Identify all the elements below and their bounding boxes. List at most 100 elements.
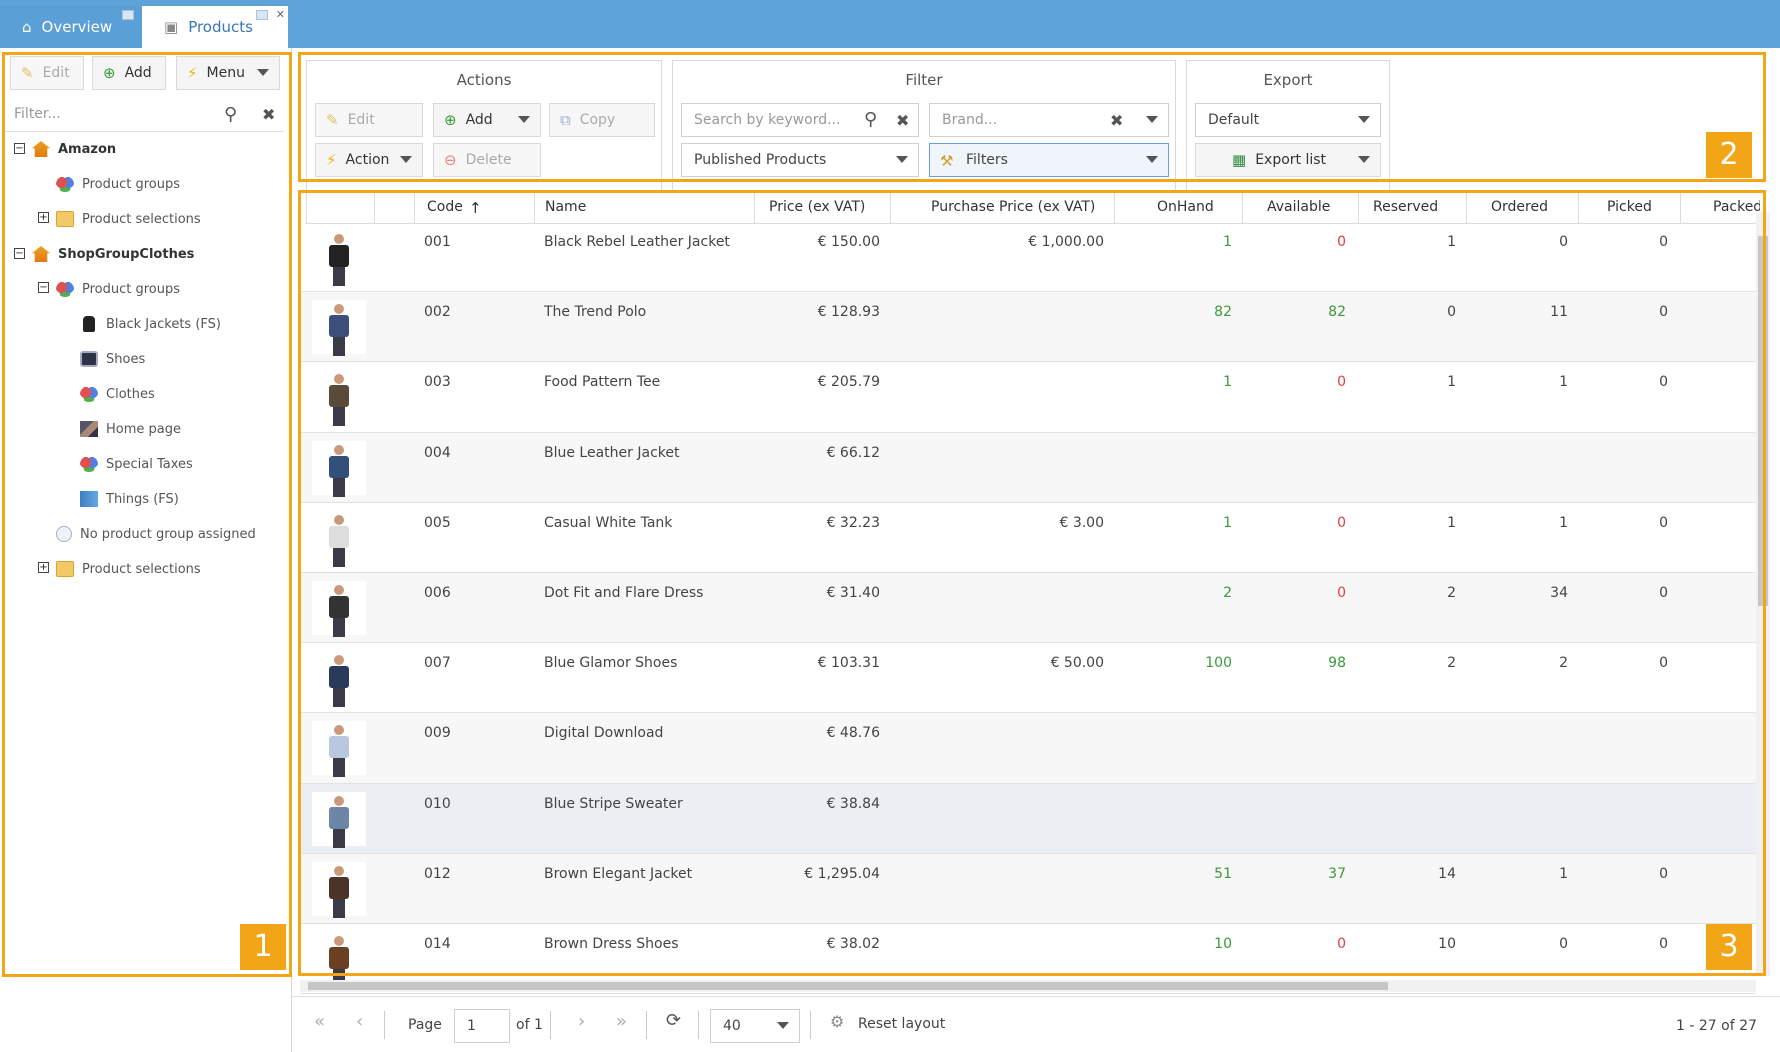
last-page-icon[interactable]: »: [616, 1013, 627, 1031]
product-photo: [329, 865, 349, 918]
table-row[interactable]: 003 Food Pattern Tee € 205.79 1 0 1 1 0: [300, 362, 1756, 433]
next-page-icon[interactable]: ›: [578, 1013, 585, 1031]
clear-icon[interactable]: ✖: [1110, 112, 1123, 130]
search-icon[interactable]: ⚲: [224, 106, 237, 124]
horizontal-scrollbar[interactable]: [300, 980, 1756, 992]
table-row[interactable]: 010 Blue Stripe Sweater € 38.84: [300, 783, 1756, 854]
cell-name: Brown Elegant Jacket: [544, 865, 693, 882]
tab-overview[interactable]: ⌂ Overview: [0, 6, 142, 48]
tree-node-black-jackets[interactable]: Black Jackets (FS): [80, 313, 221, 335]
tree-node-product-selections[interactable]: Product selections: [56, 558, 201, 580]
cell-picked: 0: [1659, 234, 1668, 250]
search-icon[interactable]: ⚲: [864, 111, 877, 129]
tab-menu-icon[interactable]: [256, 10, 268, 20]
layout-select[interactable]: Default: [1195, 103, 1381, 137]
published-select[interactable]: Published Products: [681, 143, 919, 177]
column-header-available[interactable]: Available: [1242, 192, 1358, 224]
column-header-image[interactable]: [306, 192, 374, 224]
copy-button[interactable]: ⧉ Copy: [549, 103, 655, 137]
filters-button[interactable]: ⚒ Filters: [929, 143, 1169, 177]
table-row[interactable]: 012 Brown Elegant Jacket € 1,295.04 51 37 14 1…: [300, 853, 1756, 924]
page-size-select[interactable]: 40: [710, 1009, 800, 1043]
table-row[interactable]: 009 Digital Download € 48.76: [300, 713, 1756, 784]
cell-purchase: € 50.00: [1050, 655, 1104, 672]
clear-icon[interactable]: ✖: [262, 106, 275, 124]
tree-node-things[interactable]: Things (FS): [80, 488, 179, 510]
table-row[interactable]: 005 Casual White Tank € 32.23 € 3.00 1 0 1 1 0: [300, 503, 1756, 573]
image-icon: [80, 421, 98, 437]
separator: [810, 1011, 811, 1039]
column-header-label: Purchase Price (ex VAT): [931, 199, 1096, 215]
keyword-search-placeholder: Search by keyword...: [694, 112, 841, 128]
column-header-packed[interactable]: Packed: [1680, 192, 1760, 224]
column-header-price[interactable]: Price (ex VAT): [754, 192, 890, 224]
tree-node-product-groups[interactable]: Product groups: [56, 173, 180, 195]
column-header-ordered[interactable]: Ordered: [1466, 192, 1578, 224]
vertical-scrollbar-thumb[interactable]: [1758, 236, 1768, 606]
column-header-label: Price (ex VAT): [769, 199, 866, 215]
first-page-icon[interactable]: «: [314, 1013, 325, 1031]
column-header-code[interactable]: Code ↑: [414, 192, 534, 224]
column-header-select[interactable]: [374, 192, 414, 224]
separator: [550, 1011, 551, 1039]
column-header-purchase-price[interactable]: Purchase Price (ex VAT): [890, 192, 1114, 224]
edit-button[interactable]: ✎ Edit: [315, 103, 423, 137]
expand-icon[interactable]: +: [38, 562, 49, 573]
chevron-down-icon[interactable]: [1146, 116, 1158, 123]
keyword-search-input[interactable]: Search by keyword... ⚲ ✖: [681, 103, 919, 137]
product-photo: [329, 514, 349, 567]
tree-node-shopgroupclothes[interactable]: ShopGroupClothes: [32, 243, 194, 265]
tab-products[interactable]: ▣ Products ✕: [142, 6, 288, 48]
tree-filter-input[interactable]: Filter... ⚲ ✖: [4, 98, 284, 132]
delete-button[interactable]: ⊖ Delete: [433, 143, 541, 177]
menu-button[interactable]: ⚡ Menu: [176, 56, 280, 90]
column-header-onhand[interactable]: OnHand: [1114, 192, 1242, 224]
add-button[interactable]: ⊕ Add: [92, 56, 166, 90]
cell-price: € 150.00: [817, 234, 880, 250]
column-header-picked[interactable]: Picked: [1578, 192, 1680, 224]
vertical-scrollbar[interactable]: [1756, 212, 1770, 976]
table-row[interactable]: 007 Blue Glamor Shoes € 103.31 € 50.00 100 98…: [300, 643, 1756, 714]
tree-node-amazon[interactable]: Amazon: [32, 138, 116, 160]
tree-node-home-page[interactable]: Home page: [80, 418, 181, 440]
collapse-icon[interactable]: −: [38, 282, 49, 293]
collapse-icon[interactable]: −: [14, 248, 25, 259]
table-row[interactable]: 004 Blue Leather Jacket € 66.12: [300, 432, 1756, 503]
tree-node-product-groups[interactable]: Product groups: [56, 278, 180, 300]
edit-button-label: Edit: [347, 112, 375, 128]
close-icon[interactable]: ✕: [276, 8, 285, 21]
refresh-icon[interactable]: ⟳: [666, 1012, 681, 1030]
horizontal-scrollbar-thumb[interactable]: [308, 982, 1388, 990]
reset-layout-button[interactable]: Reset layout: [858, 1016, 945, 1032]
tree-node-clothes[interactable]: Clothes: [80, 383, 155, 405]
collapse-icon[interactable]: −: [14, 143, 25, 154]
brand-select[interactable]: Brand... ✖: [929, 103, 1169, 137]
edit-button[interactable]: ✎ Edit: [10, 56, 84, 90]
expand-icon[interactable]: +: [38, 212, 49, 223]
cell-code: 012: [424, 865, 451, 882]
column-header-name[interactable]: Name: [534, 192, 754, 224]
home-icon: [32, 246, 50, 262]
tab-menu-icon[interactable]: [122, 10, 134, 20]
add-button[interactable]: ⊕ Add: [433, 103, 541, 137]
action-button[interactable]: ⚡ Action: [315, 143, 423, 177]
pager: « ‹ Page 1 of 1 › » ⟳ 40 ⚙ Reset layout …: [292, 996, 1780, 1052]
table-row[interactable]: 006 Dot Fit and Flare Dress € 31.40 2 0 2 34 0: [300, 573, 1756, 644]
cell-reserved: 0: [1447, 304, 1456, 321]
cell-code: 004: [424, 444, 451, 461]
table-row[interactable]: 001 Black Rebel Leather Jacket € 150.00 € 1…: [300, 222, 1756, 293]
column-header-reserved[interactable]: Reserved: [1358, 192, 1466, 224]
tree-node-no-group[interactable]: No product group assigned: [56, 523, 256, 545]
clear-icon[interactable]: ✖: [896, 112, 909, 130]
page-number-input[interactable]: 1: [454, 1009, 510, 1043]
previous-page-icon[interactable]: ‹: [356, 1013, 363, 1031]
cell-price: € 32.23: [826, 514, 880, 531]
table-row[interactable]: 002 The Trend Polo € 128.93 82 82 0 11 0: [300, 292, 1756, 363]
tree-node-special-taxes[interactable]: Special Taxes: [80, 453, 193, 475]
tree-node-shoes[interactable]: Shoes: [80, 348, 145, 370]
cell-code: 009: [424, 725, 451, 742]
chevron-down-icon: [518, 116, 530, 123]
export-list-button[interactable]: ▦ Export list: [1195, 143, 1381, 177]
tree-node-product-selections[interactable]: Product selections: [56, 208, 201, 230]
cell-available: 0: [1337, 234, 1346, 250]
